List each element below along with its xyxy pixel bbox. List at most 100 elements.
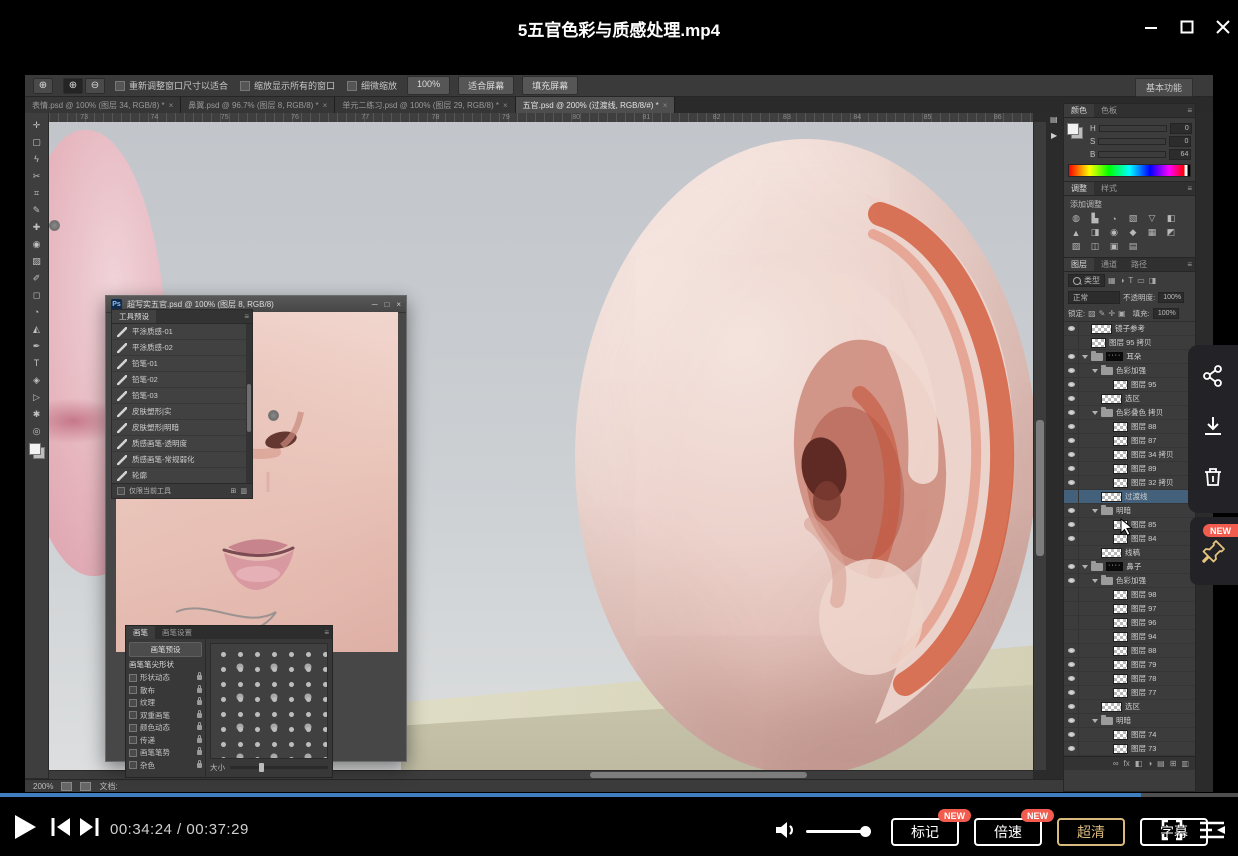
adjustment-icon[interactable]: ▨: [1068, 240, 1084, 253]
tab-close-icon[interactable]: ×: [503, 101, 508, 110]
panel-menu-icon[interactable]: ≡: [324, 628, 329, 637]
layer-filter-dropdown[interactable]: 类型: [1068, 274, 1105, 287]
ps-tool-icon[interactable]: ✛: [29, 117, 45, 133]
ps-option-checkbox[interactable]: 缩放显示所有的窗口: [240, 79, 335, 92]
brush-option-row[interactable]: 颜色动态: [129, 722, 202, 735]
slider-value[interactable]: 0: [1170, 123, 1192, 134]
layer-filter-icon[interactable]: ▦: [1108, 276, 1116, 285]
visibility-toggle[interactable]: [1064, 644, 1079, 657]
layer-row[interactable]: 图层 73: [1064, 742, 1195, 756]
tab-styles[interactable]: 样式: [1094, 182, 1124, 195]
visibility-toggle[interactable]: [1064, 448, 1079, 461]
float-maximize-icon[interactable]: □: [384, 300, 389, 309]
ps-tool-icon[interactable]: ✎: [29, 202, 45, 218]
maximize-button[interactable]: [1174, 14, 1200, 40]
tool-preset-item[interactable]: 皮肤塑形|明暗: [112, 420, 252, 436]
tool-preset-item[interactable]: 平涂质感-02: [112, 340, 252, 356]
tool-preset-item[interactable]: 铅笔-01: [112, 356, 252, 372]
layer-row[interactable]: 色彩叠色 拷贝: [1064, 406, 1195, 420]
lock-icon[interactable]: [197, 713, 202, 718]
tab-close-icon[interactable]: ×: [169, 101, 174, 110]
zoom-out-button[interactable]: ⊖: [85, 78, 105, 94]
brush-tip-grid[interactable]: [210, 643, 328, 759]
adjustment-icon[interactable]: ▽: [1144, 212, 1160, 225]
volume-knob[interactable]: [860, 826, 871, 837]
ps-option-checkbox[interactable]: 细微缩放: [347, 79, 397, 92]
vscroll-thumb[interactable]: [1036, 420, 1044, 556]
tab-swatches[interactable]: 色板: [1094, 104, 1124, 117]
panel-collapse-icon[interactable]: ▤: [1050, 115, 1058, 124]
visibility-toggle[interactable]: [1064, 364, 1079, 377]
visibility-toggle[interactable]: [1064, 336, 1079, 349]
visibility-toggle[interactable]: [1064, 518, 1079, 531]
trash-icon[interactable]: [1201, 465, 1225, 494]
layer-row[interactable]: 图层 98: [1064, 588, 1195, 602]
lock-icon[interactable]: [197, 700, 202, 705]
ps-tool-icon[interactable]: ✱: [29, 406, 45, 422]
tab-color[interactable]: 颜色: [1064, 104, 1094, 117]
layer-row[interactable]: 图层 87: [1064, 434, 1195, 448]
layer-row[interactable]: 图层 88: [1064, 644, 1195, 658]
option-checkbox[interactable]: [129, 674, 137, 682]
color-ramp[interactable]: [1068, 164, 1191, 177]
minimize-button[interactable]: [1138, 14, 1164, 40]
ps-document-tab[interactable]: 单元二练习.psd @ 100% (图层 29, RGB/8) * ×: [335, 97, 515, 113]
visibility-toggle[interactable]: [1064, 574, 1079, 587]
visibility-toggle[interactable]: [1064, 434, 1079, 447]
group-caret-icon[interactable]: [1092, 719, 1098, 723]
tab-tool-presets[interactable]: 工具预设: [112, 310, 156, 323]
group-caret-icon[interactable]: [1082, 355, 1088, 359]
layer-filter-icon[interactable]: T: [1128, 276, 1133, 285]
visibility-toggle[interactable]: [1064, 560, 1079, 573]
tool-preset-item[interactable]: 轮廓: [112, 468, 252, 483]
adjustment-icon[interactable]: ▧: [1125, 212, 1141, 225]
visibility-toggle[interactable]: [1064, 350, 1079, 363]
option-checkbox[interactable]: [129, 761, 137, 769]
brush-option-row[interactable]: 形状动态: [129, 672, 202, 685]
hsb-slider-row[interactable]: H 0: [1085, 121, 1197, 134]
visibility-toggle[interactable]: [1064, 420, 1079, 433]
layer-row[interactable]: 图层 94: [1064, 630, 1195, 644]
player-option-button[interactable]: 标记 NEW: [891, 818, 959, 846]
brush-option-row[interactable]: 双重画笔: [129, 709, 202, 722]
visibility-toggle[interactable]: [1064, 700, 1079, 713]
layers-action-icon[interactable]: ⊞: [1170, 759, 1177, 768]
lock-icon[interactable]: [197, 675, 202, 680]
share-icon[interactable]: [1201, 364, 1225, 393]
layer-filter-icon[interactable]: ◑: [1120, 276, 1125, 285]
lock-icon[interactable]: [197, 750, 202, 755]
fill-value[interactable]: 100%: [1153, 308, 1179, 319]
adjustment-icon[interactable]: ◍: [1068, 212, 1084, 225]
layer-row[interactable]: 选区: [1064, 700, 1195, 714]
ps-document-tab[interactable]: 鼻翼.psd @ 96.7% (图层 8, RGB/8) * ×: [181, 97, 335, 113]
lock-icon[interactable]: ✛: [1108, 309, 1115, 318]
adjustment-icon[interactable]: ◫: [1087, 240, 1103, 253]
ps-tool-icon[interactable]: ✂: [29, 168, 45, 184]
layer-filter-icon[interactable]: ◨: [1149, 276, 1157, 285]
adjustment-icon[interactable]: ▣: [1106, 240, 1122, 253]
brush-presets-button[interactable]: 画笔预设: [129, 642, 202, 657]
brush-option-row[interactable]: 散布: [129, 684, 202, 697]
adjustment-icon[interactable]: ◧: [1163, 212, 1179, 225]
visibility-toggle[interactable]: [1064, 504, 1079, 517]
canvas-vscrollbar[interactable]: [1033, 122, 1047, 770]
volume-slider[interactable]: [806, 830, 866, 833]
ps-tool-icon[interactable]: ◭: [29, 321, 45, 337]
visibility-toggle[interactable]: [1064, 630, 1079, 643]
previous-button[interactable]: [50, 817, 72, 837]
layers-action-icon[interactable]: ▤: [1157, 759, 1165, 768]
tool-preset-item[interactable]: 质感画笔-常规弱化: [112, 452, 252, 468]
float-minimize-icon[interactable]: ─: [372, 300, 378, 309]
layer-row[interactable]: 过渡线: [1064, 490, 1195, 504]
layers-action-icon[interactable]: ∞: [1113, 759, 1119, 768]
hsb-slider-row[interactable]: B 64: [1085, 147, 1197, 160]
tool-preset-item[interactable]: 皮肤塑形|实: [112, 404, 252, 420]
lock-icon[interactable]: [197, 738, 202, 743]
tool-preset-item[interactable]: 铅笔-03: [112, 388, 252, 404]
group-caret-icon[interactable]: [1092, 509, 1098, 513]
ps-tool-icon[interactable]: ◎: [29, 423, 45, 439]
layer-row[interactable]: 选区: [1064, 392, 1195, 406]
layer-row[interactable]: 图层 74: [1064, 728, 1195, 742]
workspace-button[interactable]: 基本功能: [1135, 78, 1193, 97]
visibility-toggle[interactable]: [1064, 742, 1079, 755]
